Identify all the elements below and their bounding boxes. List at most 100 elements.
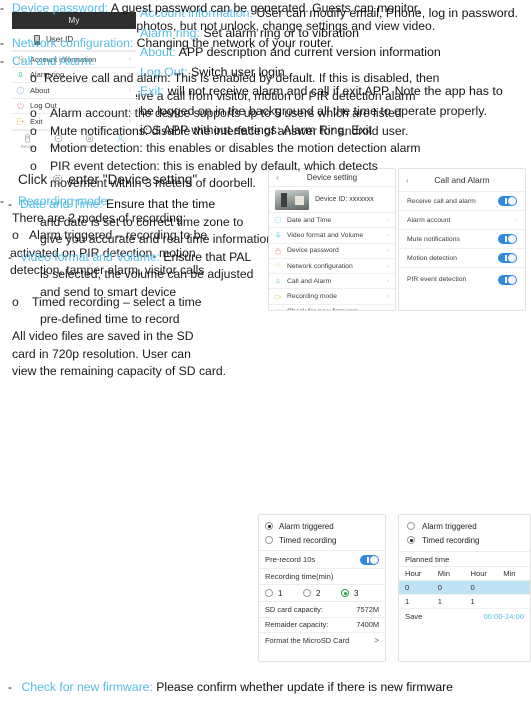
mute-notifications-toggle[interactable] [498, 234, 517, 244]
column-header-hour-end: Hour [464, 567, 498, 581]
call-and-alarm-screenshot: ‹ Call and Alarm Receive call and alarm … [398, 168, 526, 311]
device-setting-item-date-and-time[interactable]: Date and Time › [269, 213, 395, 229]
row-label: Mute notifications [407, 235, 460, 243]
device-setting-item-video-format-and-volume[interactable]: Video format and Volume › [269, 228, 395, 244]
call-alarm-row-motion-detection[interactable]: Motion detection [399, 248, 525, 267]
bell-icon [275, 279, 281, 284]
device-setting-item-check-for-new-firmware[interactable]: Check for new firmware › [269, 305, 395, 310]
radio-rec-time-2[interactable] [303, 589, 311, 597]
bullet-check-for-new-firmware: - Check for new firmware: Please confirm… [8, 680, 453, 694]
item-label: Check for new firmware [287, 308, 358, 310]
pir-event-detection-toggle[interactable] [498, 274, 517, 285]
radio-rec-time-3[interactable] [341, 589, 349, 597]
device-setting-item-recording-mode[interactable]: Recording mode › [269, 289, 395, 305]
sub-bullet-motion-detection: o Motion detection: this enables or disa… [0, 140, 531, 158]
sub-bullet-marker: o [12, 294, 19, 309]
recording-time-option-1[interactable]: 1 [265, 589, 303, 598]
sub-bullet-marker: o [30, 158, 37, 173]
upload-icon [276, 308, 280, 310]
motion-detection-toggle[interactable] [498, 253, 517, 263]
row-label: Motion detection [407, 254, 457, 262]
rec-text-sd-3: view the remaining capacity of SD card. [12, 364, 227, 379]
radio-alarm-triggered[interactable] [407, 522, 415, 530]
bullet-key-device-password: Device password: [12, 1, 109, 15]
table-row[interactable]: 1 1 1 [399, 594, 530, 609]
bullet-dash: - [0, 53, 5, 68]
radio-timed-recording[interactable] [265, 536, 273, 544]
save-button[interactable]: Save [405, 612, 422, 621]
rec-sub-timed-recording: o Timed recording – select a time [0, 294, 250, 311]
device-id-row[interactable]: Device ID: xxxxxxx [269, 187, 395, 213]
cell-min-end [497, 594, 530, 609]
call-alarm-row-receive-call-and-alarm[interactable]: Receive call and alarm [399, 191, 525, 210]
chevron-right-icon: > [374, 636, 379, 646]
back-chevron-icon[interactable]: ‹ [406, 176, 409, 185]
radio-option-timed-recording[interactable]: Timed recording [265, 533, 379, 547]
page-root: My User ID Account information › Alarm r… [0, 0, 531, 704]
wifi-icon [274, 263, 282, 269]
bullet-dash: - [8, 249, 13, 264]
item-label: Date and Time [287, 216, 332, 224]
table-header-row: Hour Min Hour Min [399, 567, 530, 581]
recording-time-option-3[interactable]: 3 [341, 589, 379, 598]
radio-timed-recording[interactable] [407, 536, 415, 544]
receive-call-and-alarm-toggle[interactable] [498, 196, 517, 206]
save-row[interactable]: Save 00:00-24:00 [399, 609, 530, 624]
sd-card-capacity-row: SD card capacity: 7572M [259, 602, 385, 618]
device-setting-item-call-and-alarm[interactable]: Call and Alarm › [269, 274, 395, 290]
call-alarm-title: Call and Alarm [434, 175, 490, 185]
sub-text-receive-call-1: Receive call and alarm: This is enabled … [44, 71, 440, 85]
bullet-key-recording-mode: Recording mode: [18, 193, 111, 208]
format-microsd-row[interactable]: Format the MicroSD Card > [259, 633, 385, 649]
recording-time-label-row: Recording time(min) [259, 569, 385, 585]
prerecord-toggle[interactable] [360, 554, 379, 565]
sub-text-mute-notifications: Mute notifications: disable the interfac… [50, 123, 409, 138]
recording-time-options: 1 2 3 [259, 585, 385, 602]
bullet-text-video-2: is selected, the volume can be adjusted [40, 267, 254, 281]
device-setting-item-network-configuration[interactable]: Network configuration › [269, 259, 395, 275]
radio-rec-time-1[interactable] [265, 589, 273, 597]
column-header-min-start: Min [431, 567, 465, 581]
planned-time-table: Hour Min Hour Min 0 0 0 1 1 1 [399, 567, 530, 609]
radio-option-alarm-triggered[interactable]: Alarm triggered [265, 519, 379, 533]
cell-hour-end: 0 [464, 580, 498, 595]
device-setting-screenshot: ‹ Device setting Device ID: xxxxxxx Date… [268, 168, 396, 311]
call-alarm-row-mute-notifications[interactable]: Mute notifications [399, 229, 525, 248]
prerecord-row[interactable]: Pre-record 10s [259, 551, 385, 569]
bullet-text-firmware: Please confirm whether update if there i… [156, 680, 453, 694]
call-alarm-row-alarm-account[interactable]: Alarm account › [399, 210, 525, 229]
table-row[interactable]: 0 0 0 [399, 580, 530, 595]
radio-option-timed-recording[interactable]: Timed recording [407, 533, 522, 547]
radio-label: 1 [278, 588, 283, 598]
cell-hour-start: 1 [399, 594, 432, 609]
bullet-dash: - [0, 193, 5, 208]
sub-bullet-mute-notifications: o Mute notifications: disable the interf… [0, 123, 531, 141]
cell-min-start: 0 [431, 580, 465, 595]
rec-text-timed-recording: Timed recording – select a time [32, 294, 202, 309]
radio-alarm-triggered[interactable] [265, 522, 273, 530]
sub-bullet-marker: o [30, 141, 37, 155]
recording-time-label: Recording time(min) [265, 572, 334, 581]
time-range-label: 00:00-24:00 [483, 612, 524, 621]
bullet-key-video-format: Video format and Volume: [20, 249, 161, 264]
radio-label: Timed recording [422, 535, 480, 545]
radio-option-alarm-triggered[interactable]: Alarm triggered [407, 519, 522, 533]
recording-mode-timed-screenshot: Alarm triggered Timed recording Planned … [398, 514, 531, 662]
device-id-label: Device ID: xxxxxxx [315, 196, 374, 203]
item-label: Network configuration [287, 262, 353, 270]
bullet-dash: - [0, 1, 5, 15]
chevron-right-icon: › [514, 216, 517, 224]
chevron-right-icon: › [386, 247, 389, 255]
call-alarm-row-pir-event-detection[interactable]: PIR event detection [399, 267, 525, 291]
item-label: Recording mode [287, 293, 337, 301]
sub-bullet-marker: o [30, 123, 37, 138]
cell-hour-start: 0 [399, 580, 432, 595]
bullet-key-network-configuration: Network configuration: [12, 36, 134, 50]
rec-text-timed-2: pre-defined time to record [40, 311, 180, 326]
item-label: Call and Alarm [287, 277, 332, 285]
sd-card-capacity-value: 7572M [356, 604, 379, 614]
bullet-dash: - [8, 680, 13, 694]
bullets-date-video: - Date and Time: Ensure that the time an… [8, 196, 276, 301]
device-setting-item-device-password[interactable]: Device password › [269, 244, 395, 259]
recording-time-option-2[interactable]: 2 [303, 589, 341, 598]
